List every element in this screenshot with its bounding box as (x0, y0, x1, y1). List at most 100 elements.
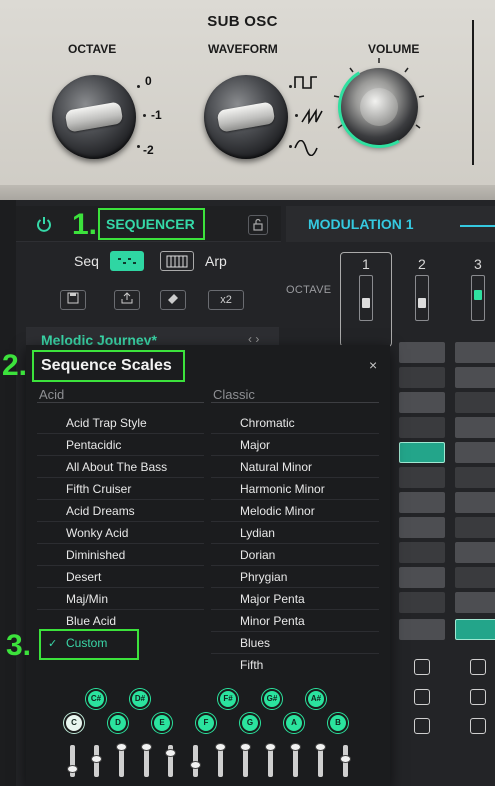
scale-item[interactable]: Dorian (240, 544, 275, 566)
step-cell[interactable] (455, 367, 495, 388)
scale-item[interactable]: Natural Minor (240, 456, 312, 478)
scale-item[interactable]: Acid Dreams (66, 500, 135, 522)
step-cell[interactable] (399, 342, 445, 363)
step-cell[interactable] (455, 417, 495, 438)
step-cell[interactable] (455, 542, 495, 563)
step-cell[interactable] (399, 467, 445, 488)
scale-item[interactable]: Melodic Minor (240, 500, 315, 522)
step-cell[interactable] (455, 517, 495, 538)
octave-option-minus-1[interactable]: -1 (151, 108, 162, 122)
scale-item[interactable]: Major (240, 434, 270, 456)
octave-option-0[interactable]: 0 (145, 74, 152, 88)
step-cell[interactable] (399, 567, 445, 588)
waveform-knob[interactable] (204, 75, 288, 159)
lock-icon[interactable] (248, 215, 268, 235)
note-fader[interactable] (290, 743, 301, 777)
note-toggle[interactable]: A (284, 713, 304, 733)
note-fader[interactable] (165, 745, 176, 777)
step-cell[interactable] (399, 542, 445, 563)
scale-item[interactable]: Wonky Acid (66, 522, 128, 544)
note-toggle[interactable]: C# (86, 689, 106, 709)
erase-button[interactable] (160, 290, 186, 310)
step-cell[interactable] (455, 442, 495, 463)
scale-item[interactable]: Chromatic (240, 412, 295, 434)
preset-arrows[interactable]: ‹ › (248, 332, 259, 346)
octave-option-minus-2[interactable]: -2 (143, 143, 154, 157)
note-fader[interactable] (190, 745, 201, 777)
step-cell[interactable] (455, 492, 495, 513)
octave-slider[interactable] (359, 275, 373, 321)
note-toggle[interactable]: E (152, 713, 172, 733)
note-toggle[interactable]: D# (130, 689, 150, 709)
octave-slider[interactable] (415, 275, 429, 321)
scale-item[interactable]: Harmonic Minor (240, 478, 325, 500)
step-cell[interactable] (455, 567, 495, 588)
arp-mode-button[interactable] (160, 251, 194, 271)
step-cell[interactable] (455, 392, 495, 413)
scale-item[interactable]: Fifth Cruiser (66, 478, 131, 500)
scale-item[interactable]: Acid Trap Style (66, 412, 147, 434)
step-cell[interactable] (399, 619, 445, 640)
scale-item[interactable]: Phrygian (240, 566, 287, 588)
seq-mode-button[interactable] (110, 251, 144, 271)
note-fader[interactable] (116, 743, 127, 777)
note-fader[interactable] (265, 743, 276, 777)
step-cell[interactable] (399, 592, 445, 613)
note-toggle[interactable]: D (108, 713, 128, 733)
step-cell[interactable] (399, 417, 445, 438)
scale-item[interactable]: Pentacidic (66, 434, 121, 456)
note-toggle[interactable]: G (240, 713, 260, 733)
scale-item[interactable]: Blues (240, 632, 270, 654)
note-fader[interactable] (215, 743, 226, 777)
step-cell[interactable] (399, 517, 445, 538)
note-fader[interactable] (315, 743, 326, 777)
step-checkbox[interactable] (470, 718, 486, 734)
close-icon[interactable]: × (369, 357, 377, 373)
row-divider (37, 499, 204, 500)
note-toggle[interactable]: F# (218, 689, 238, 709)
step-cell[interactable] (399, 392, 445, 413)
step-checkbox[interactable] (414, 659, 430, 675)
step-cell[interactable] (399, 492, 445, 513)
double-button[interactable]: x2 (208, 290, 244, 310)
note-fader[interactable] (91, 745, 102, 777)
sine-wave-icon[interactable] (294, 140, 318, 156)
scale-item[interactable]: Minor Penta (240, 610, 305, 632)
step-checkbox[interactable] (470, 689, 486, 705)
scale-item[interactable]: Diminished (66, 544, 125, 566)
saw-wave-icon[interactable] (301, 108, 323, 124)
note-fader[interactable] (240, 743, 251, 777)
note-fader[interactable] (67, 745, 78, 777)
step-cell[interactable] (455, 467, 495, 488)
note-toggle[interactable]: B (328, 713, 348, 733)
scale-item[interactable]: Major Penta (240, 588, 305, 610)
step-checkbox[interactable] (470, 659, 486, 675)
scale-item[interactable]: Maj/Min (66, 588, 108, 610)
save-button[interactable] (60, 290, 86, 310)
octave-slider[interactable] (471, 275, 485, 321)
step-cell[interactable] (455, 342, 495, 363)
scale-item[interactable]: Desert (66, 566, 101, 588)
note-fader[interactable] (141, 743, 152, 777)
fader-knob (240, 743, 251, 751)
note-toggle[interactable]: G# (262, 689, 282, 709)
step-cell-active[interactable] (455, 619, 495, 640)
note-toggle[interactable]: C (64, 713, 84, 733)
scale-item[interactable]: All About The Bass (66, 456, 167, 478)
modulation-title[interactable]: MODULATION 1 (308, 216, 414, 232)
note-fader[interactable] (340, 745, 351, 777)
note-toggle[interactable]: F (196, 713, 216, 733)
octave-knob[interactable] (52, 75, 136, 159)
sequencer-title[interactable]: SEQUENCER (106, 216, 195, 232)
step-cell[interactable] (455, 592, 495, 613)
scale-item[interactable]: Lydian (240, 522, 275, 544)
square-wave-icon[interactable] (294, 74, 318, 90)
step-checkbox[interactable] (414, 689, 430, 705)
note-toggle[interactable]: A# (306, 689, 326, 709)
scale-item[interactable]: Fifth (240, 654, 263, 676)
step-checkbox[interactable] (414, 718, 430, 734)
power-icon[interactable] (36, 216, 52, 232)
step-cell[interactable] (399, 367, 445, 388)
export-button[interactable] (114, 290, 140, 310)
step-cell-active[interactable] (399, 442, 445, 463)
